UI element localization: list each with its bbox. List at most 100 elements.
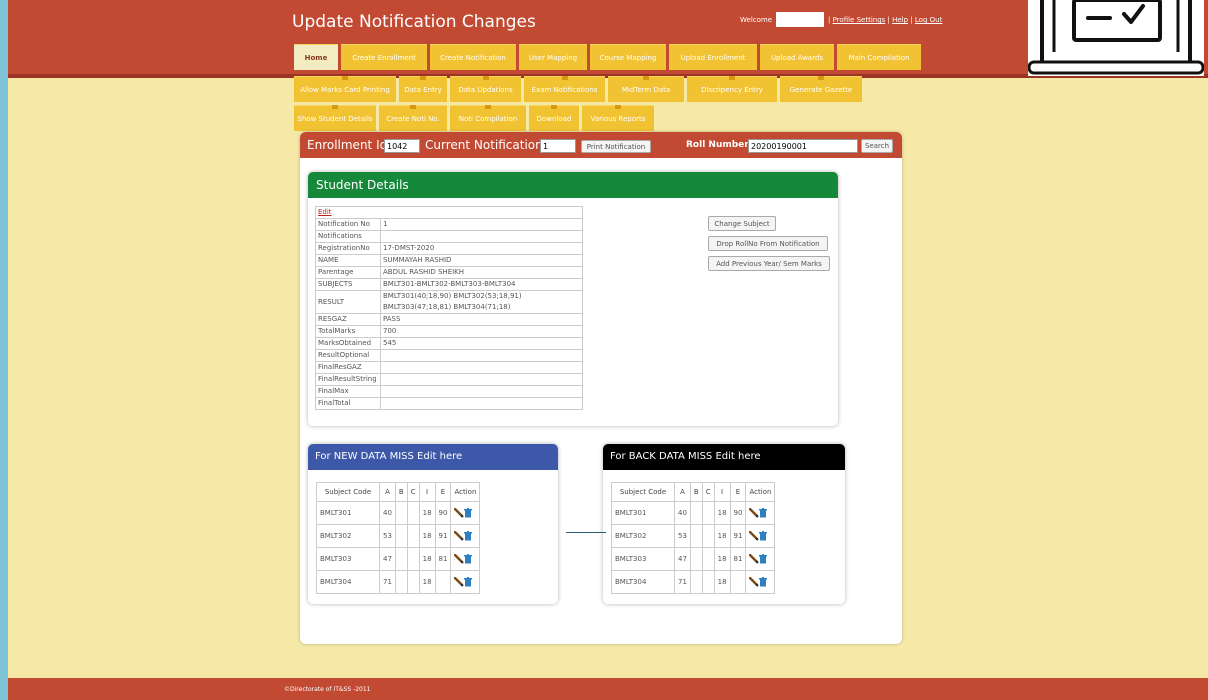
tab-caret [643,76,649,80]
tab-caret [332,105,338,109]
tab-course-mapping[interactable]: Course Mapping [590,44,666,70]
tab-upload-enrollment[interactable]: Upload Enrollment [669,44,757,70]
print-notification-button[interactable]: Print Notification [581,140,651,153]
tab-create-noti-no[interactable]: Create Noti No. [379,105,447,131]
table-row: FinalTotal [315,397,583,410]
field-key: SUBJECTS [315,278,381,291]
connector-line [566,532,606,533]
profile-settings-link[interactable]: Profile Settings [833,16,886,24]
marks-cell: 18 [713,501,731,525]
tab-midterm-data[interactable]: MidTerm Data [608,76,684,102]
marks-cell: 18 [418,570,436,594]
laptop-checklist-icon [1028,0,1204,76]
field-value [380,349,583,362]
edit-pencil-icon[interactable] [749,577,760,587]
edit-pencil-icon[interactable] [749,508,760,518]
marks-cell: 91 [434,524,452,548]
delete-trash-icon[interactable] [759,508,768,518]
table-row: RegistrationNo 17-DMST-2020 [315,242,583,255]
marks-cell [406,524,420,548]
tab-label: Data Updations [458,85,513,94]
tab-show-student-details[interactable]: Show Student Details [294,105,376,131]
edit-pencil-icon[interactable] [454,577,465,587]
search-toolbar: Enrollment Id:: Current Notification No … [300,132,902,158]
enrollment-id-input[interactable] [384,139,420,153]
edit-link[interactable]: Edit [318,208,332,216]
column-header: C [701,482,715,502]
notification-no-input[interactable] [540,139,576,153]
column-header: E [434,482,452,502]
edit-pencil-icon[interactable] [454,554,465,564]
marks-cell: 71 [379,570,396,594]
tab-data-updations[interactable]: Data Updations [450,76,521,102]
app-window: Update Notification Changes Welcome | Pr… [8,0,1208,700]
table-row: TotalMarks 700 [315,325,583,338]
delete-trash-icon[interactable] [759,531,768,541]
field-key: FinalResultString [315,373,381,386]
tab-label: Create Noti No. [386,114,440,123]
field-key: RegistrationNo [315,242,381,255]
tab-download[interactable]: Download [529,105,579,131]
tab-caret [342,76,348,80]
action-icons [454,577,473,587]
edit-pencil-icon[interactable] [749,531,760,541]
tab-create-enrollment[interactable]: Create Enrollment [341,44,427,70]
column-header: B [394,482,408,502]
logout-link[interactable]: Log Out [915,16,942,24]
marks-cell: 90 [729,501,747,525]
delete-trash-icon[interactable] [464,554,473,564]
delete-trash-icon[interactable] [464,577,473,587]
delete-trash-icon[interactable] [464,508,473,518]
delete-trash-icon[interactable] [759,554,768,564]
tab-user-mapping[interactable]: User Mapping [519,44,587,70]
field-value: BMLT301-BMLT302-BMLT303-BMLT304 [380,278,583,291]
field-value: PASS [380,313,583,326]
tab-home[interactable]: Home [294,44,338,70]
table-row: FinalResultString [315,373,583,386]
field-value: SUMMAYAH RASHID [380,254,583,267]
edit-pencil-icon[interactable] [454,531,465,541]
search-button[interactable]: Search [861,139,893,153]
back-data-title: For BACK DATA MISS Edit here [603,444,845,470]
add-previous-marks-button[interactable]: Add Previous Year/ Sem Marks [708,256,830,271]
tab-discripency-entry[interactable]: Discripency Entry [687,76,777,102]
marks-cell: 40 [379,501,396,525]
drop-rollno-button[interactable]: Drop RollNo From Notification [708,236,828,251]
delete-trash-icon[interactable] [464,531,473,541]
edit-pencil-icon[interactable] [454,508,465,518]
table-row: BMLT304 71 18 [316,570,481,594]
marks-cell: 47 [674,547,691,571]
roll-number-input[interactable] [748,139,858,153]
edit-pencil-icon[interactable] [749,554,760,564]
column-header: I [713,482,731,502]
field-value: 1 [380,218,583,231]
edit-cell: Edit [315,206,583,219]
delete-trash-icon[interactable] [759,577,768,587]
action-icons [749,577,768,587]
change-subject-button[interactable]: Change Subject [708,216,776,231]
column-header: Subject Code [611,482,675,502]
marks-cell: 18 [418,501,436,525]
tab-exam-notifications[interactable]: Exam Notifications [524,76,605,102]
tab-caret [729,76,735,80]
table-header-row: Subject Code A B C I E Action [316,482,481,502]
help-link[interactable]: Help [892,16,908,24]
tab-various-reports[interactable]: Various Reports [582,105,654,131]
field-key: FinalTotal [315,397,381,410]
marks-cell [434,570,452,594]
action-cell [745,524,776,548]
column-header: A [674,482,691,502]
table-row: MarksObtained 545 [315,337,583,350]
tab-upload-awards[interactable]: Upload Awards [760,44,834,70]
tab-data-entry[interactable]: Data Entry [399,76,447,102]
tab-create-notification[interactable]: Create Notification [430,44,516,70]
action-cell [745,501,776,525]
table-row: Notifications [315,230,583,243]
tab-main-compilation[interactable]: Main Compilation [837,44,921,70]
tab-generate-gazette[interactable]: Generate Gazette [780,76,862,102]
table-row: BMLT303 47 18 81 [611,547,776,571]
tab-allow-marks-card-printing[interactable]: Allow Marks Card Printing [294,76,396,102]
tab-noti-compilation[interactable]: Noti Compilation [450,105,526,131]
field-key: RESULT [315,290,381,314]
field-key: RESGAZ [315,313,381,326]
